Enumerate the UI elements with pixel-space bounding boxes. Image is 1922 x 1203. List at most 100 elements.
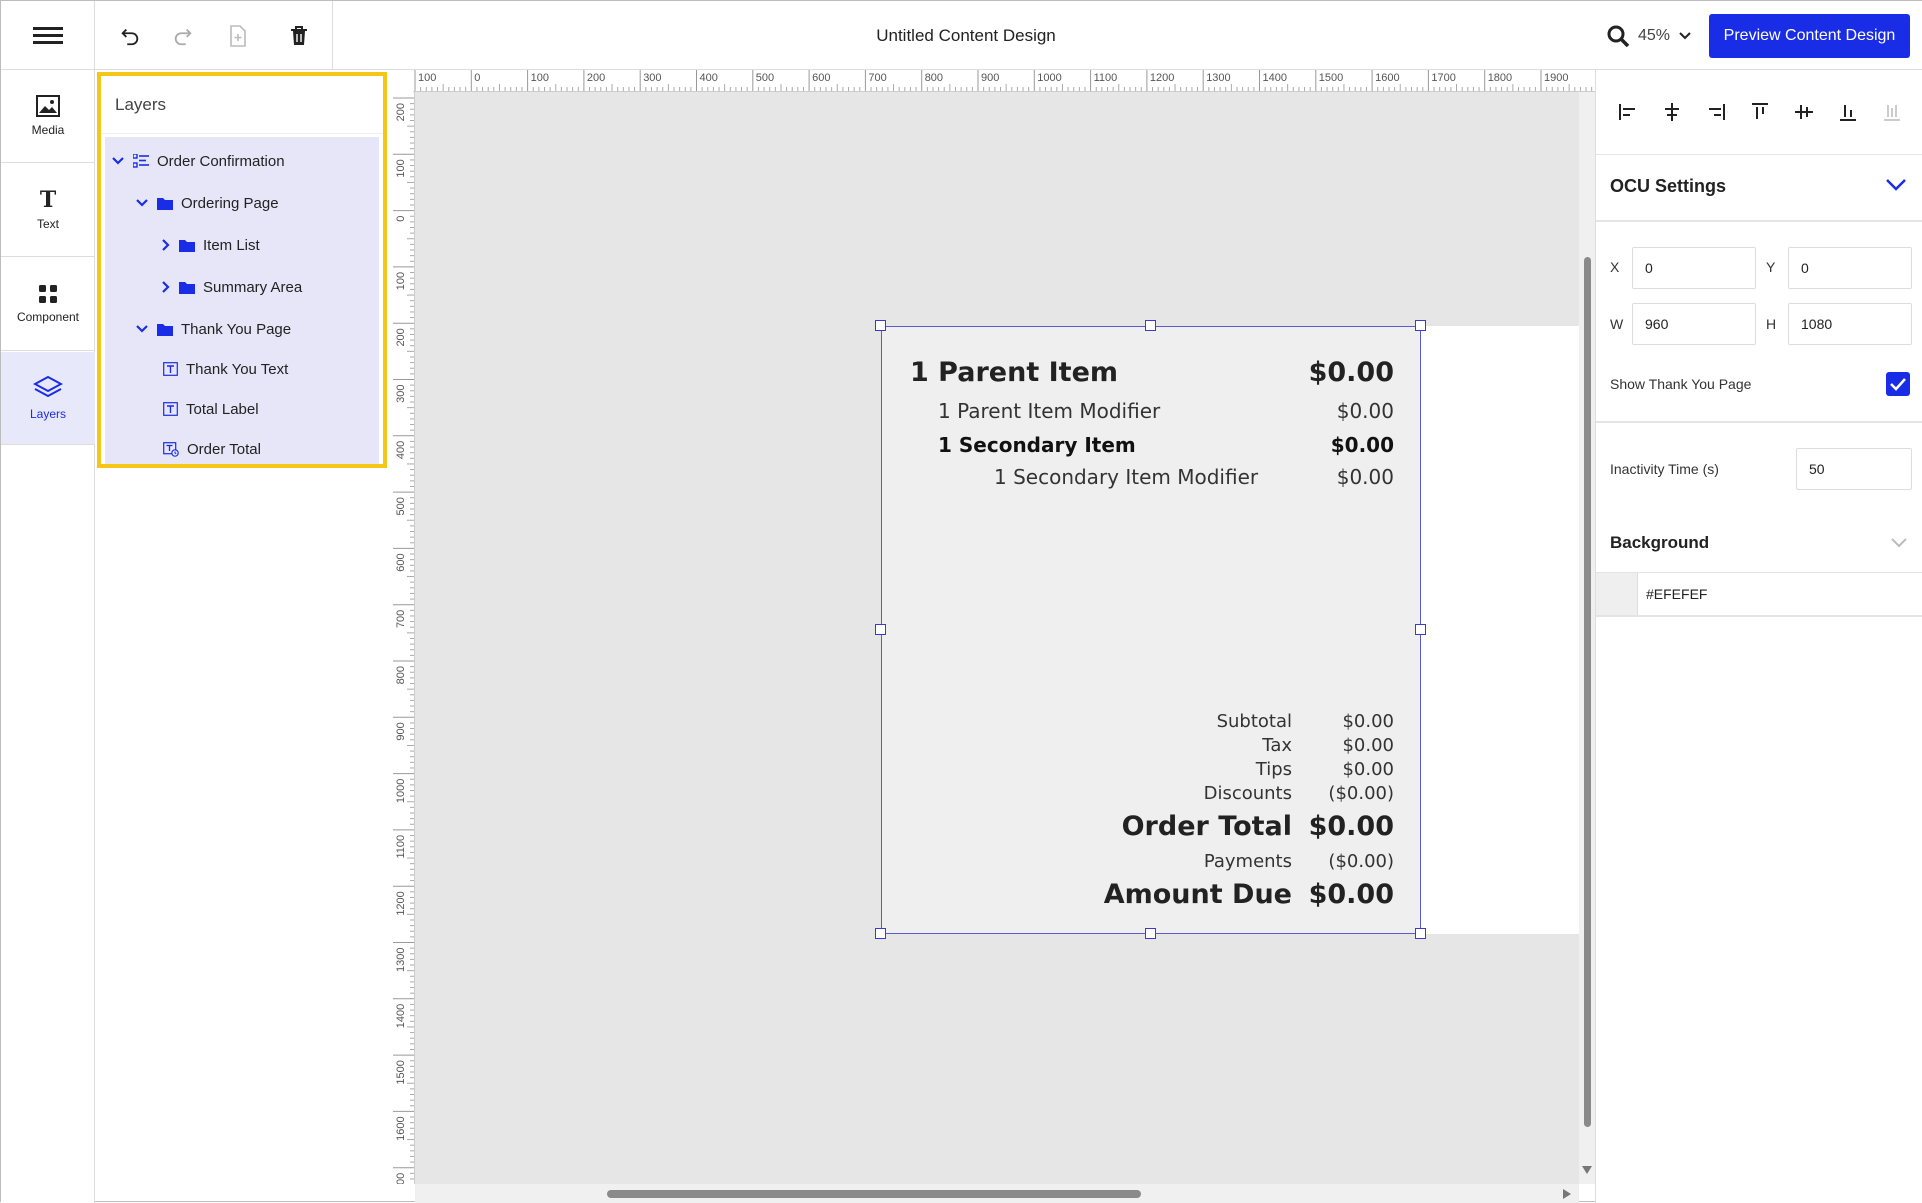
trash-icon bbox=[291, 26, 307, 45]
horizontal-scrollbar[interactable] bbox=[415, 1184, 1579, 1203]
delete-button[interactable] bbox=[284, 21, 314, 51]
chevron-right-icon[interactable] bbox=[161, 280, 171, 294]
layer-item-thank-you-page[interactable]: Thank You Page bbox=[135, 314, 291, 344]
edit-toolbar bbox=[95, 1, 333, 70]
align-top-icon[interactable] bbox=[1748, 100, 1772, 124]
rail-item-layers[interactable]: Layers bbox=[1, 352, 95, 445]
layer-item-ordering-page[interactable]: Ordering Page bbox=[135, 188, 279, 218]
ocu-settings-title[interactable]: OCU Settings bbox=[1610, 176, 1726, 197]
vertical-scroll-thumb[interactable] bbox=[1584, 257, 1591, 1127]
y-input[interactable]: 0 bbox=[1788, 247, 1912, 289]
ruler-label: 1600 bbox=[395, 1116, 407, 1140]
layers-panel-title: Layers bbox=[101, 76, 383, 134]
x-input[interactable]: 0 bbox=[1632, 247, 1756, 289]
document-title[interactable]: Untitled Content Design bbox=[781, 1, 1151, 70]
rail-item-text[interactable]: T Text bbox=[1, 164, 95, 257]
layers-tree: Order Confirmation Ordering Page Item Li… bbox=[105, 137, 379, 464]
text-box-icon bbox=[163, 362, 178, 376]
align-center-horizontal-icon[interactable] bbox=[1660, 100, 1684, 124]
hamburger-icon bbox=[32, 23, 63, 48]
zoom-control[interactable]: 45% bbox=[1606, 20, 1692, 52]
align-center-vertical-icon[interactable] bbox=[1792, 100, 1816, 124]
layer-item-order-confirmation[interactable]: Order Confirmation bbox=[111, 146, 285, 176]
tips-label: Tips bbox=[1255, 759, 1292, 780]
undo-button[interactable] bbox=[115, 21, 145, 51]
resize-handle-top[interactable] bbox=[1145, 320, 1156, 331]
vertical-scrollbar[interactable] bbox=[1579, 92, 1595, 1184]
background-color-value[interactable]: #EFEFEF bbox=[1646, 573, 1707, 615]
ruler-horizontal: 100 0 100 200 300 400 500 600 700 800 900 1000 1100 1… bbox=[413, 70, 1595, 92]
ruler-label: 1200 bbox=[1150, 72, 1174, 84]
chevron-down-icon[interactable] bbox=[111, 156, 125, 166]
show-thank-you-checkbox[interactable] bbox=[1886, 372, 1910, 396]
ruler-label: 1500 bbox=[395, 1060, 407, 1084]
ruler-label: 200 bbox=[587, 72, 605, 84]
duplicate-button[interactable] bbox=[223, 21, 253, 51]
resize-handle-bottom[interactable] bbox=[1145, 928, 1156, 939]
ruler-label: 900 bbox=[395, 722, 407, 740]
layer-item-summary-area[interactable]: Summary Area bbox=[161, 272, 302, 302]
redo-icon bbox=[174, 28, 192, 46]
ruler-label: 1200 bbox=[395, 891, 407, 915]
horizontal-scroll-thumb[interactable] bbox=[607, 1190, 1141, 1198]
ruler-label: 1000 bbox=[1037, 72, 1061, 84]
resize-handle-top-left[interactable] bbox=[875, 320, 886, 331]
layer-item-item-list[interactable]: Item List bbox=[161, 230, 260, 260]
resize-handle-bottom-right[interactable] bbox=[1415, 928, 1426, 939]
resize-handle-top-right[interactable] bbox=[1415, 320, 1426, 331]
subtotal-label: Subtotal bbox=[1216, 711, 1292, 732]
align-bottom-icon[interactable] bbox=[1836, 100, 1860, 124]
preview-content-design-button[interactable]: Preview Content Design bbox=[1709, 14, 1910, 58]
ruler-label: 100 bbox=[395, 272, 407, 290]
order-total-value: $0.00 bbox=[1308, 811, 1394, 842]
tax-label: Tax bbox=[1262, 735, 1292, 756]
layer-item-thank-you-text[interactable]: Thank You Text bbox=[163, 354, 288, 384]
layer-item-total-label[interactable]: Total Label bbox=[163, 394, 259, 424]
distribute-icon[interactable] bbox=[1880, 100, 1904, 124]
chevron-down-icon[interactable] bbox=[135, 324, 149, 334]
w-label: W bbox=[1610, 316, 1624, 332]
payments-label: Payments bbox=[1203, 851, 1292, 872]
design-canvas[interactable]: 1 Parent Item $0.00 1 Parent Item Modifi… bbox=[415, 92, 1922, 1184]
payments-value: ($0.00) bbox=[1328, 851, 1394, 872]
parent-modifier-label: 1 Parent Item Modifier bbox=[938, 399, 1161, 423]
chevron-down-icon[interactable] bbox=[1885, 178, 1907, 192]
rail-item-component[interactable]: Component bbox=[1, 258, 95, 351]
undo-icon bbox=[121, 28, 139, 46]
subtotal-value: $0.00 bbox=[1342, 711, 1394, 732]
ocu-element-selected[interactable]: 1 Parent Item $0.00 1 Parent Item Modifi… bbox=[881, 326, 1421, 934]
scroll-right-arrow-icon[interactable] bbox=[1563, 1189, 1571, 1199]
text-box-icon bbox=[163, 402, 178, 416]
folder-icon bbox=[157, 197, 173, 210]
chevron-down-icon[interactable] bbox=[135, 198, 149, 208]
ruler-label: 1400 bbox=[395, 1004, 407, 1028]
redo-button[interactable] bbox=[168, 21, 198, 51]
ruler-label: 400 bbox=[700, 72, 718, 84]
resize-handle-right[interactable] bbox=[1415, 624, 1426, 635]
ruler-label: 800 bbox=[395, 666, 407, 684]
amount-due-label: Amount Due bbox=[1103, 879, 1292, 910]
scroll-down-arrow-icon[interactable] bbox=[1582, 1166, 1592, 1174]
rail-item-media[interactable]: Media bbox=[1, 70, 95, 163]
chevron-right-icon[interactable] bbox=[161, 238, 171, 252]
secondary-item-price: $0.00 bbox=[1330, 433, 1394, 457]
resize-handle-bottom-left[interactable] bbox=[875, 928, 886, 939]
height-input[interactable]: 1080 bbox=[1788, 303, 1912, 345]
width-input[interactable]: 960 bbox=[1632, 303, 1756, 345]
resize-handle-left[interactable] bbox=[875, 624, 886, 635]
zoom-level: 45% bbox=[1638, 27, 1671, 44]
background-color-swatch[interactable] bbox=[1596, 573, 1638, 615]
background-title[interactable]: Background bbox=[1610, 533, 1709, 553]
inactivity-time-input[interactable]: 50 bbox=[1796, 448, 1912, 490]
ruler-label: 600 bbox=[395, 553, 407, 571]
ruler-label: 800 bbox=[925, 72, 943, 84]
divider bbox=[1596, 220, 1922, 222]
ruler-vertical-ticks: 2001000100200300400500600700800900100011… bbox=[393, 97, 414, 1184]
align-left-icon[interactable] bbox=[1616, 100, 1640, 124]
align-right-icon[interactable] bbox=[1704, 100, 1728, 124]
layer-item-order-total[interactable]: Order Total bbox=[163, 434, 261, 464]
parent-item-price: $0.00 bbox=[1308, 357, 1394, 388]
secondary-item-label: 1 Secondary Item bbox=[938, 433, 1136, 457]
chevron-down-icon[interactable] bbox=[1890, 537, 1908, 548]
menu-button[interactable] bbox=[1, 1, 95, 70]
